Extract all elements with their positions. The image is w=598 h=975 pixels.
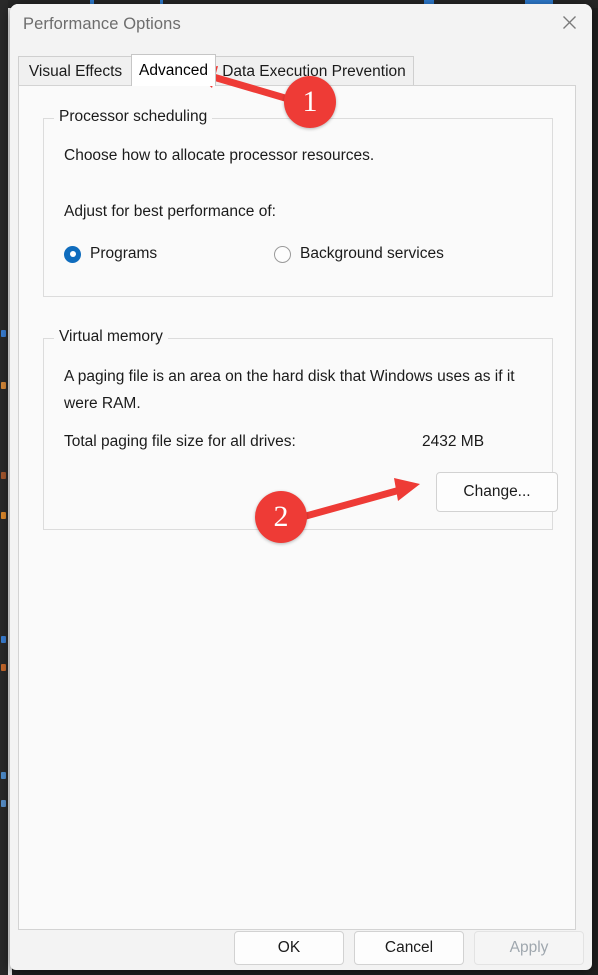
cancel-button[interactable]: Cancel — [354, 931, 464, 965]
title-bar: Performance Options — [10, 4, 592, 48]
tab-data-execution-prevention[interactable]: Data Execution Prevention — [214, 56, 414, 86]
window-title: Performance Options — [23, 15, 181, 33]
screenshot-root: Performance Options Visual Effects Advan… — [0, 0, 598, 975]
processor-scheduling-group: Processor scheduling Choose how to alloc… — [43, 108, 553, 297]
change-button[interactable]: Change... — [436, 472, 558, 512]
processor-scheduling-group-label: Processor scheduling — [54, 108, 213, 126]
radio-background-services[interactable]: Background services — [274, 245, 444, 263]
ok-button-label: OK — [277, 939, 301, 956]
radio-programs-indicator — [64, 245, 81, 263]
tab-content-panel: Processor scheduling Choose how to alloc… — [18, 85, 576, 930]
tab-visual-effects-label: Visual Effects — [28, 62, 123, 80]
apply-button[interactable]: Apply — [474, 931, 584, 965]
total-paging-file-size-label: Total paging file size for all drives: — [64, 433, 296, 450]
tab-data-execution-prevention-label: Data Execution Prevention — [222, 62, 406, 80]
radio-programs-label: Programs — [90, 245, 158, 262]
virtual-memory-group: Virtual memory A paging file is an area … — [43, 328, 558, 530]
close-icon[interactable] — [546, 4, 592, 40]
virtual-memory-description: A paging file is an area on the hard dis… — [64, 368, 515, 412]
radio-programs[interactable]: Programs — [64, 245, 157, 263]
cancel-button-label: Cancel — [384, 939, 434, 956]
processor-scheduling-prompt: Adjust for best performance of: — [64, 203, 276, 220]
apply-button-label: Apply — [509, 939, 549, 956]
tab-advanced-label: Advanced — [139, 61, 208, 79]
processor-scheduling-description: Choose how to allocate processor resourc… — [64, 147, 375, 164]
change-button-label: Change... — [463, 483, 531, 500]
tab-strip: Visual Effects Advanced Data Execution P… — [10, 54, 592, 86]
total-paging-file-size-value: 2432 MB — [422, 433, 485, 450]
ok-button[interactable]: OK — [234, 931, 344, 965]
background-window-left-edge — [0, 0, 8, 975]
radio-background-services-label: Background services — [300, 245, 444, 262]
tab-advanced[interactable]: Advanced — [131, 54, 216, 86]
tab-visual-effects[interactable]: Visual Effects — [18, 56, 133, 86]
performance-options-dialog: Performance Options Visual Effects Advan… — [10, 4, 592, 970]
radio-background-services-indicator — [274, 245, 291, 263]
virtual-memory-group-label: Virtual memory — [54, 328, 168, 346]
